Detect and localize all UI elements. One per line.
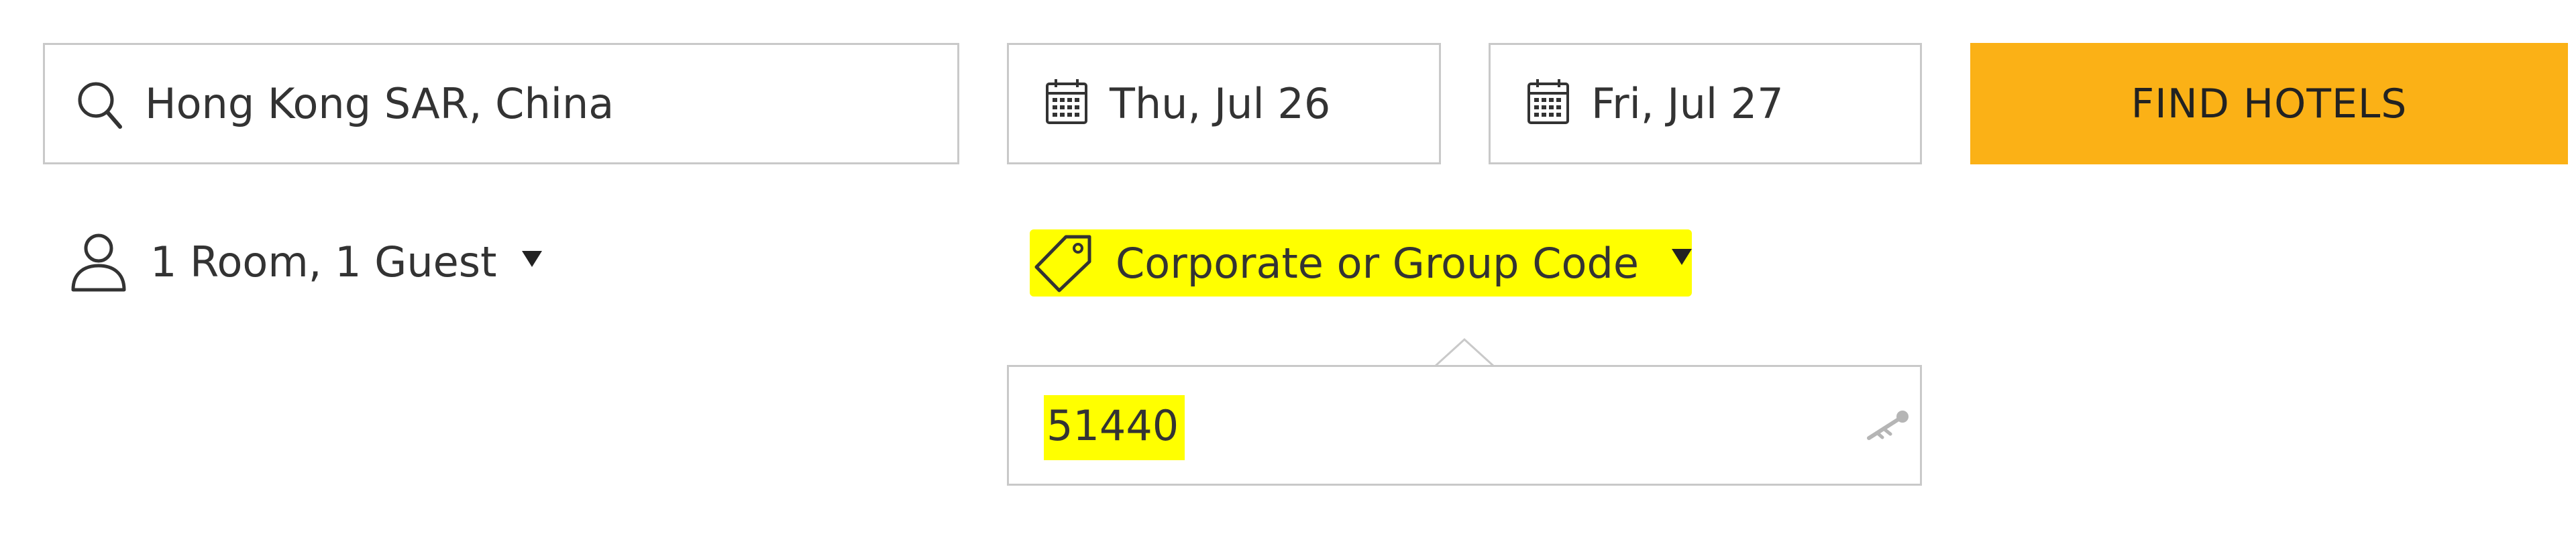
caret-down-icon [522,251,542,267]
search-icon [78,82,122,129]
destination-field[interactable]: Hong Kong SAR, China [43,43,959,164]
find-hotels-button[interactable]: FIND HOTELS [1970,43,2568,164]
corporate-code-input[interactable]: 51440 [1007,365,1922,486]
calendar-icon [1046,79,1087,124]
rooms-guests-label: 1 Room, 1 Guest [150,237,497,286]
tag-icon [1034,235,1091,292]
checkout-value: Fri, Jul 27 [1591,79,1784,128]
rooms-guests-selector[interactable]: 1 Room, 1 Guest [66,221,562,302]
corporate-code-value: 51440 [1046,400,1179,450]
destination-value: Hong Kong SAR, China [145,79,614,128]
calendar-icon [1527,79,1569,124]
checkin-date-field[interactable]: Thu, Jul 26 [1007,43,1441,164]
checkout-date-field[interactable]: Fri, Jul 27 [1489,43,1922,164]
person-icon [71,233,126,292]
checkin-value: Thu, Jul 26 [1110,79,1331,128]
caret-down-icon [1672,249,1692,265]
corporate-code-label: Corporate or Group Code [1116,238,1639,288]
key-icon [1867,411,1909,440]
corporate-code-selector[interactable]: Corporate or Group Code [1030,229,1692,297]
popover-arrow [1435,338,1494,368]
